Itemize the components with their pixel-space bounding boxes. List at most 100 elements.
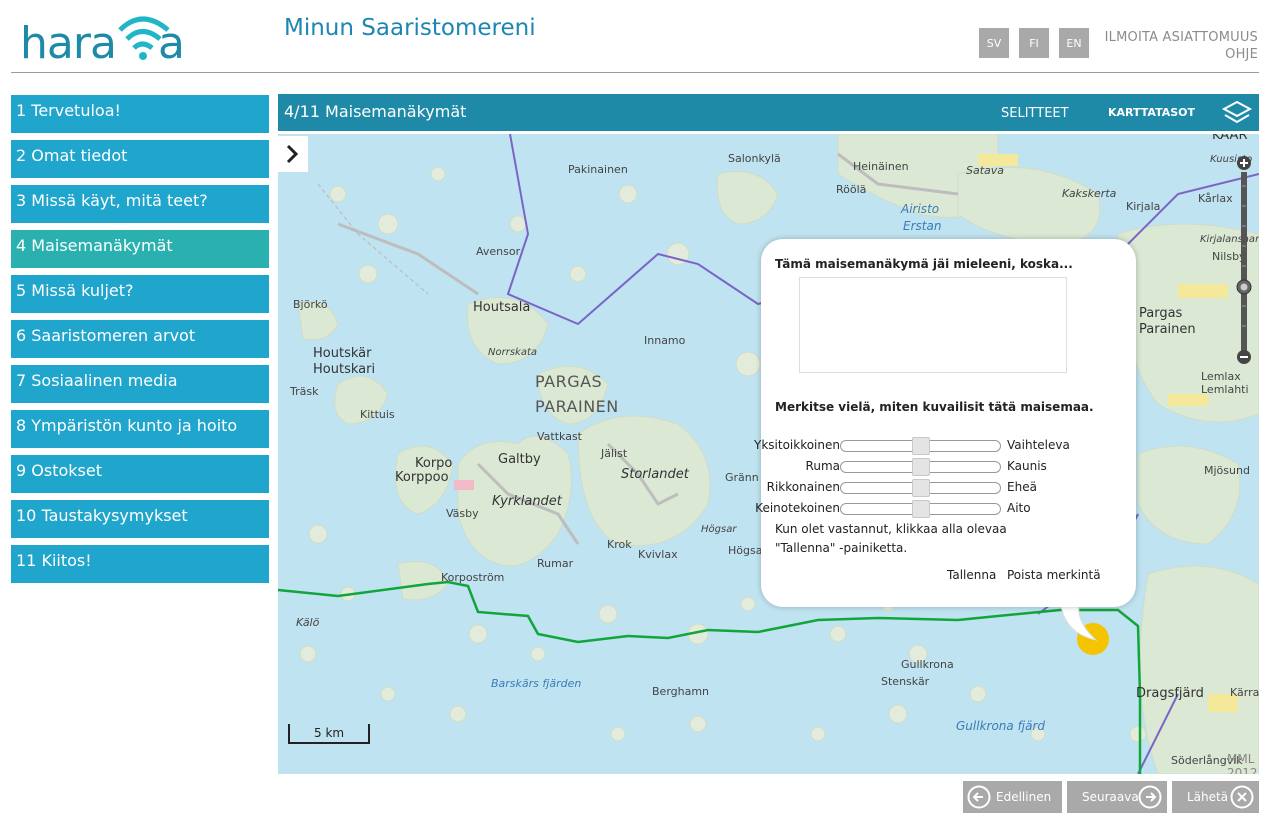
place-label: Röölä bbox=[836, 183, 867, 196]
place-label: Avensor bbox=[476, 245, 521, 258]
slider-ugly-beautiful[interactable] bbox=[840, 458, 1001, 476]
place-label: Vattkast bbox=[537, 430, 582, 443]
map-copyright: MML 2012 bbox=[1227, 752, 1258, 774]
place-label: Lemlahti bbox=[1201, 383, 1249, 396]
slider-right-label: Aito bbox=[1007, 501, 1031, 515]
previous-label: Edellinen bbox=[996, 790, 1052, 804]
remove-marker-button[interactable]: Poista merkintä bbox=[1007, 568, 1101, 582]
place-label: Kyrklandet bbox=[492, 494, 562, 509]
slider-right-label: Eheä bbox=[1007, 480, 1037, 494]
place-label: Kälö bbox=[296, 616, 320, 629]
sidebar-item-purchases[interactable]: 9 Ostokset bbox=[11, 455, 269, 493]
place-label: Kvivlax bbox=[638, 548, 678, 561]
sidebar-item-own-info[interactable]: 2 Omat tiedot bbox=[11, 140, 269, 178]
sidebar-item-landscape-views[interactable]: 4 Maisemanäkymät bbox=[11, 230, 269, 268]
lang-fi-button[interactable]: FI bbox=[1019, 28, 1049, 58]
arrow-right-icon bbox=[1138, 785, 1162, 809]
place-label: Houtsala bbox=[473, 300, 531, 315]
place-label: Erstan bbox=[903, 219, 942, 233]
map-toolbar: 4/11 Maisemanäkymät SELITTEET KARTTATASO… bbox=[278, 94, 1259, 131]
place-label: Houtskär bbox=[313, 346, 372, 361]
expand-panel-button[interactable] bbox=[278, 136, 308, 172]
scale-bar: 5 km bbox=[288, 724, 370, 744]
sidebar-item-social-media[interactable]: 7 Sosiaalinen media bbox=[11, 365, 269, 403]
place-label: Kakskerta bbox=[1062, 187, 1117, 200]
place-label: Pargas bbox=[1139, 306, 1183, 321]
close-icon bbox=[1230, 785, 1254, 809]
help-link[interactable]: OHJE bbox=[1225, 47, 1258, 62]
landscape-popup: Tämä maisemanäkymä jäi mieleeni, koska..… bbox=[754, 239, 1136, 607]
place-label: Berghamn bbox=[652, 685, 710, 698]
question-label: Tämä maisemanäkymä jäi mieleeni, koska..… bbox=[775, 257, 1073, 271]
map-layers-button[interactable]: KARTTATASOT bbox=[1108, 106, 1195, 119]
harava-logo[interactable]: hara a bbox=[20, 8, 190, 69]
slider-monotonous-varied[interactable] bbox=[840, 437, 1001, 455]
sidebar-item-environment[interactable]: 8 Ympäristön kunto ja hoito bbox=[11, 410, 269, 448]
place-label: Norrskata bbox=[488, 347, 537, 358]
send-button[interactable]: Lähetä bbox=[1172, 781, 1259, 813]
report-inappropriate-link[interactable]: ILMOITA ASIATTOMUUS bbox=[1105, 30, 1258, 45]
place-label: Högsar bbox=[701, 524, 737, 535]
slider-left-label: Keinotekoinen bbox=[755, 501, 840, 515]
slider-right-label: Kaunis bbox=[1007, 459, 1047, 473]
slider-left-label: Yksitoikkoinen bbox=[754, 438, 840, 452]
answer-textarea[interactable] bbox=[799, 277, 1067, 373]
sidebar-item-archipelago-values[interactable]: 6 Saaristomeren arvot bbox=[11, 320, 269, 358]
place-label: Galtby bbox=[498, 452, 541, 467]
save-button[interactable]: Tallenna bbox=[947, 568, 996, 582]
slider-thumb[interactable] bbox=[912, 458, 930, 476]
place-label: Dragsfjärd bbox=[1136, 686, 1204, 701]
place-label: Mjösund bbox=[1204, 464, 1250, 477]
sidebar-item-background[interactable]: 10 Taustakysymykset bbox=[11, 500, 269, 538]
slider-row: Ruma Kaunis bbox=[761, 458, 1136, 476]
legend-button[interactable]: SELITTEET bbox=[1001, 106, 1069, 121]
place-label: Kirjala bbox=[1126, 200, 1161, 213]
zoom-control[interactable] bbox=[1235, 156, 1253, 366]
place-label: Satava bbox=[966, 164, 1005, 177]
slider-left-label: Rikkonainen bbox=[766, 480, 840, 494]
sidebar-item-where-you-go[interactable]: 3 Missä käyt, mitä teet? bbox=[11, 185, 269, 223]
sidebar-item-thanks[interactable]: 11 Kiitos! bbox=[11, 545, 269, 583]
place-label: KAAR bbox=[1212, 134, 1248, 143]
sidebar-item-welcome[interactable]: 1 Tervetuloa! bbox=[11, 95, 269, 133]
next-label: Seuraava bbox=[1082, 790, 1139, 804]
sidebar-item-where-you-travel[interactable]: 5 Missä kuljet? bbox=[11, 275, 269, 313]
previous-button[interactable]: Edellinen bbox=[963, 781, 1062, 813]
svg-text:hara: hara bbox=[20, 18, 116, 64]
place-label: Airisto bbox=[901, 202, 940, 216]
scale-label: 5 km bbox=[314, 726, 345, 740]
lang-sv-button[interactable]: SV bbox=[979, 28, 1009, 58]
slider-thumb[interactable] bbox=[912, 500, 930, 518]
place-label: PARGAS bbox=[535, 372, 603, 391]
place-label: Jälist bbox=[601, 447, 628, 460]
slider-right-label: Vaihteleva bbox=[1007, 438, 1070, 452]
place-label: Korpoström bbox=[441, 571, 505, 584]
rate-prompt: Merkitse vielä, miten kuvailisit tätä ma… bbox=[775, 400, 1094, 414]
app-title: Minun Saaristomereni bbox=[284, 15, 536, 41]
slider-row: Yksitoikkoinen Vaihteleva bbox=[754, 437, 1136, 455]
slider-fragmented-coherent[interactable] bbox=[840, 479, 1001, 497]
place-label: Korppoo bbox=[395, 470, 449, 485]
step-title: 4/11 Maisemanäkymät bbox=[284, 102, 467, 121]
send-label: Lähetä bbox=[1187, 790, 1229, 804]
place-label: Houtskari bbox=[313, 362, 376, 377]
place-label: Storlandet bbox=[621, 467, 689, 482]
place-label: Gullkrona bbox=[901, 658, 954, 671]
save-hint: Kun olet vastannut, klikkaa alla olevaa … bbox=[775, 522, 1007, 555]
layers-icon[interactable] bbox=[1221, 99, 1253, 127]
place-label: Björkö bbox=[293, 298, 328, 311]
place-label: Heinäinen bbox=[853, 160, 909, 173]
place-label: Lemlax bbox=[1201, 370, 1241, 383]
slider-thumb[interactable] bbox=[912, 479, 930, 497]
place-label: Innamo bbox=[644, 334, 686, 347]
place-label: Gränn bbox=[725, 471, 759, 484]
lang-en-button[interactable]: EN bbox=[1059, 28, 1089, 58]
place-label: Stenskär bbox=[881, 675, 930, 688]
place-label: Kärra bbox=[1230, 686, 1259, 699]
slider-artificial-authentic[interactable] bbox=[840, 500, 1001, 518]
next-button[interactable]: Seuraava bbox=[1067, 781, 1167, 813]
place-label: Parainen bbox=[1139, 322, 1196, 337]
place-label: Krok bbox=[607, 538, 632, 551]
slider-thumb[interactable] bbox=[912, 437, 930, 455]
slider-row: Keinotekoinen Aito bbox=[755, 500, 1136, 518]
